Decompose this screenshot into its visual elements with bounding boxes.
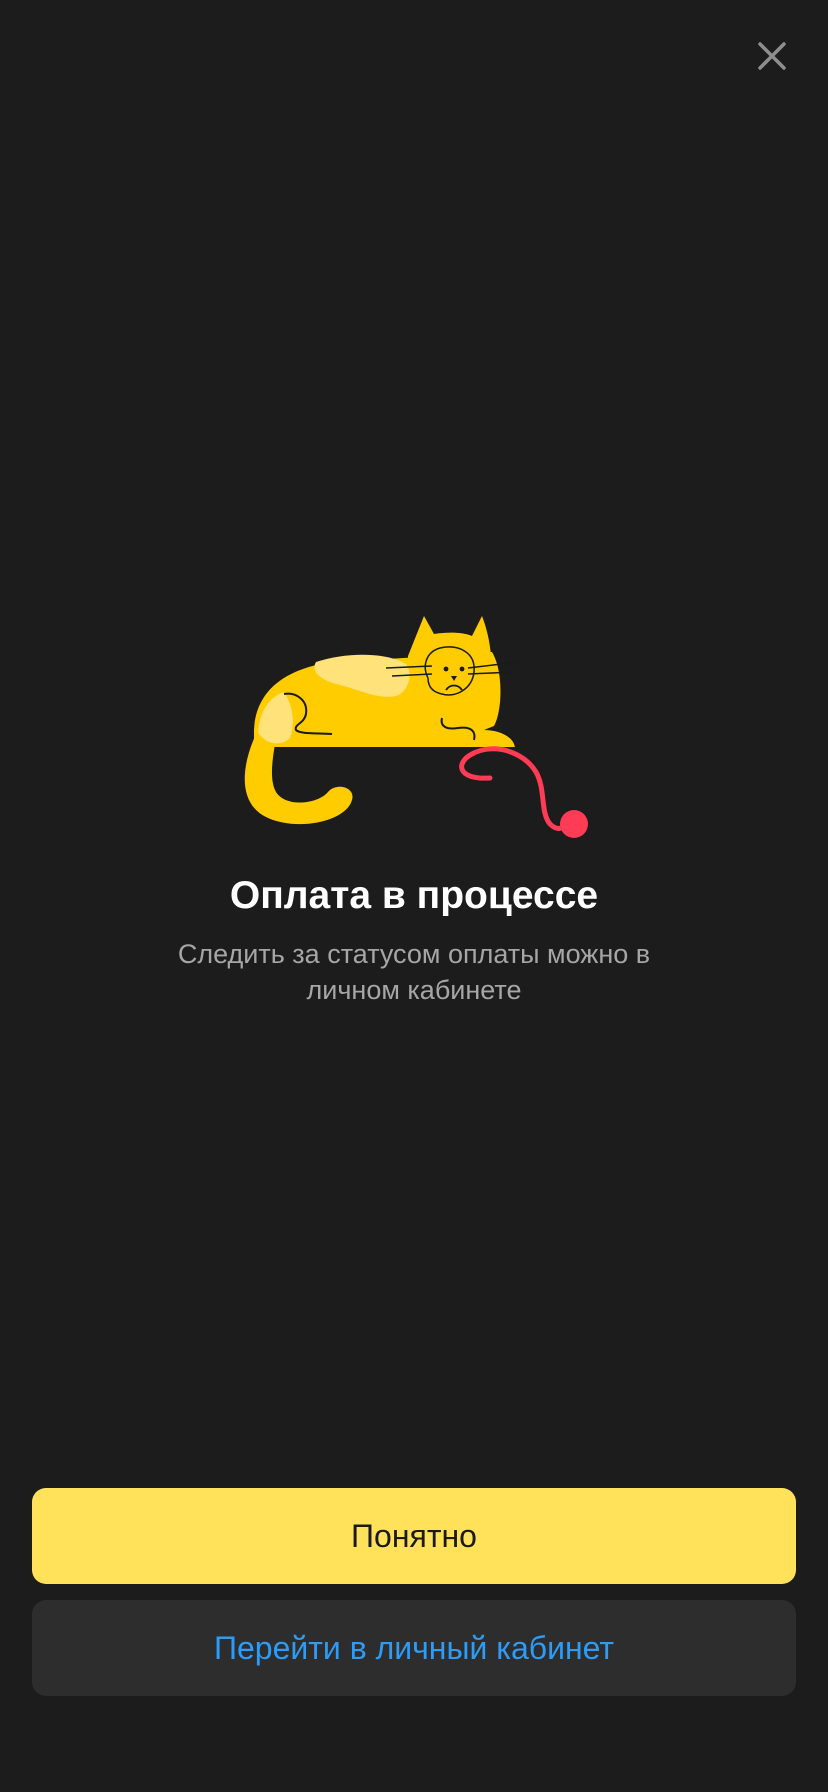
page-title: Оплата в процессе	[229, 874, 599, 917]
yarn-string	[459, 746, 567, 831]
close-button[interactable]	[752, 36, 792, 76]
yarn-ball	[560, 810, 588, 838]
got-it-button[interactable]: Понятно	[32, 1488, 796, 1584]
close-icon	[758, 42, 786, 70]
go-to-account-button[interactable]: Перейти в личный кабинет	[32, 1600, 796, 1696]
status-description: Следить за статусом оплаты можно в лично…	[177, 939, 651, 1005]
cat-illustration	[236, 612, 596, 850]
